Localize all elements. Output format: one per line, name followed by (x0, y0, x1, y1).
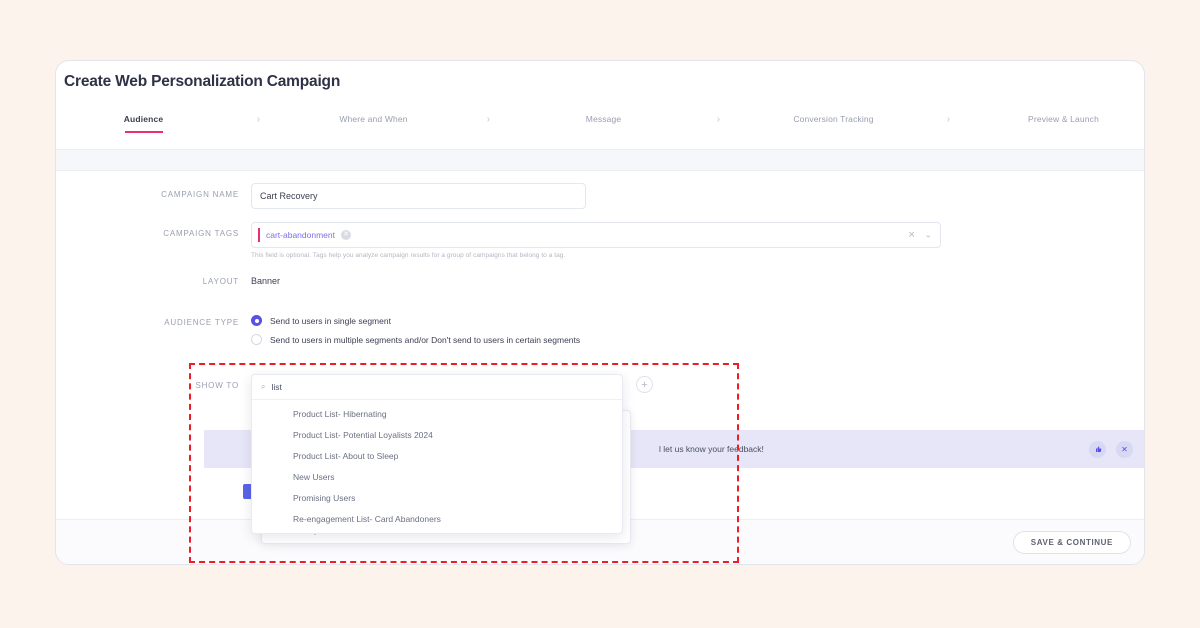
show-to-label: SHOW TO (56, 374, 251, 390)
list-item[interactable]: Product List- About to Sleep (252, 445, 622, 466)
campaign-tags-input[interactable]: cart-abandonment ✕ ✕ ⌄ (251, 222, 941, 248)
save-and-continue-button[interactable]: SAVE & CONTINUE (1013, 531, 1131, 554)
clear-icon[interactable]: ✕ (908, 230, 916, 241)
tab-message[interactable]: Message (516, 106, 691, 124)
segment-options-list: Product List- Hibernating Product List- … (252, 400, 622, 533)
list-item[interactable]: Re-engagement List- Card Abandoners (252, 508, 622, 529)
tab-where-and-when[interactable]: Where and When (286, 106, 461, 124)
campaign-card: Create Web Personalization Campaign Audi… (55, 60, 1145, 565)
list-item[interactable]: Product List- Hibernating (252, 403, 622, 424)
tag-chip[interactable]: cart-abandonment ✕ (258, 228, 357, 242)
radio-single-segment[interactable] (251, 315, 262, 326)
campaign-form: CAMPAIGN NAME Cart Recovery CAMPAIGN TAG… (56, 171, 1144, 390)
search-icon: ⌕ (261, 382, 265, 392)
tab-audience-label: Audience (124, 114, 163, 124)
tag-chip-label: cart-abandonment (266, 230, 335, 240)
campaign-tags-row: CAMPAIGN TAGS cart-abandonment ✕ ✕ ⌄ Thi… (56, 222, 1144, 259)
list-item[interactable]: Product List- Potential Loyalists 2024 (252, 424, 622, 445)
step-separator-4: › (921, 106, 976, 125)
list-item[interactable]: New Users (252, 466, 622, 487)
audience-option-multiple[interactable]: Send to users in multiple segments and/o… (251, 330, 580, 349)
layout-row: LAYOUT Banner (56, 270, 1144, 286)
segment-search-dropdown: ⌕ list Product List- Hibernating Product… (251, 374, 623, 534)
tags-controls: ✕ ⌄ (908, 230, 932, 241)
campaign-name-input[interactable]: Cart Recovery (251, 183, 586, 209)
thumbs-up-icon[interactable] (1089, 441, 1106, 458)
stepper-divider (56, 149, 1144, 171)
screenshot-root: Create Web Personalization Campaign Audi… (0, 0, 1200, 628)
tag-remove-icon[interactable]: ✕ (341, 230, 351, 240)
campaign-tags-hint: This field is optional. Tags help you an… (251, 252, 941, 259)
page-title: Create Web Personalization Campaign (64, 73, 340, 91)
audience-option-multiple-label: Send to users in multiple segments and/o… (270, 335, 580, 345)
campaign-name-row: CAMPAIGN NAME Cart Recovery (56, 183, 1144, 209)
tab-audience[interactable]: Audience (56, 106, 231, 124)
audience-type-row: AUDIENCE TYPE Send to users in single se… (56, 311, 1144, 349)
layout-field: Banner (251, 270, 280, 286)
audience-option-single[interactable]: Send to users in single segment (251, 311, 580, 330)
active-tab-underline (125, 131, 163, 133)
radio-multiple-segments[interactable] (251, 334, 262, 345)
step-separator-3: › (691, 106, 746, 125)
show-to-row: SHOW TO + l let us know your feedback! (56, 374, 1144, 390)
close-icon[interactable]: ✕ (1116, 441, 1133, 458)
campaign-name-label: CAMPAIGN NAME (56, 183, 251, 199)
segment-search-box[interactable]: ⌕ list (252, 375, 622, 400)
audience-type-field: Send to users in single segment Send to … (251, 311, 580, 349)
chevron-down-icon[interactable]: ⌄ (924, 230, 932, 241)
banner-preview-actions: ✕ (1089, 441, 1133, 458)
audience-option-single-label: Send to users in single segment (270, 316, 391, 326)
add-segment-icon[interactable]: + (636, 376, 653, 393)
audience-type-label: AUDIENCE TYPE (56, 311, 251, 327)
list-item[interactable]: Promising Users (252, 487, 622, 508)
campaign-tags-label: CAMPAIGN TAGS (56, 222, 251, 238)
layout-value: Banner (251, 270, 280, 286)
search-input[interactable]: list (271, 382, 281, 392)
campaign-tags-field: cart-abandonment ✕ ✕ ⌄ This field is opt… (251, 222, 941, 259)
campaign-name-field: Cart Recovery (251, 183, 586, 209)
step-separator-2: › (461, 106, 516, 125)
tab-conversion-tracking[interactable]: Conversion Tracking (746, 106, 921, 124)
banner-preview-text: l let us know your feedback! (659, 444, 764, 454)
step-separator-1: › (231, 106, 286, 125)
layout-label: LAYOUT (56, 270, 251, 286)
tab-preview-and-launch[interactable]: Preview & Launch (976, 106, 1145, 124)
wizard-stepper: Audience › Where and When › Message › Co… (56, 106, 1144, 151)
